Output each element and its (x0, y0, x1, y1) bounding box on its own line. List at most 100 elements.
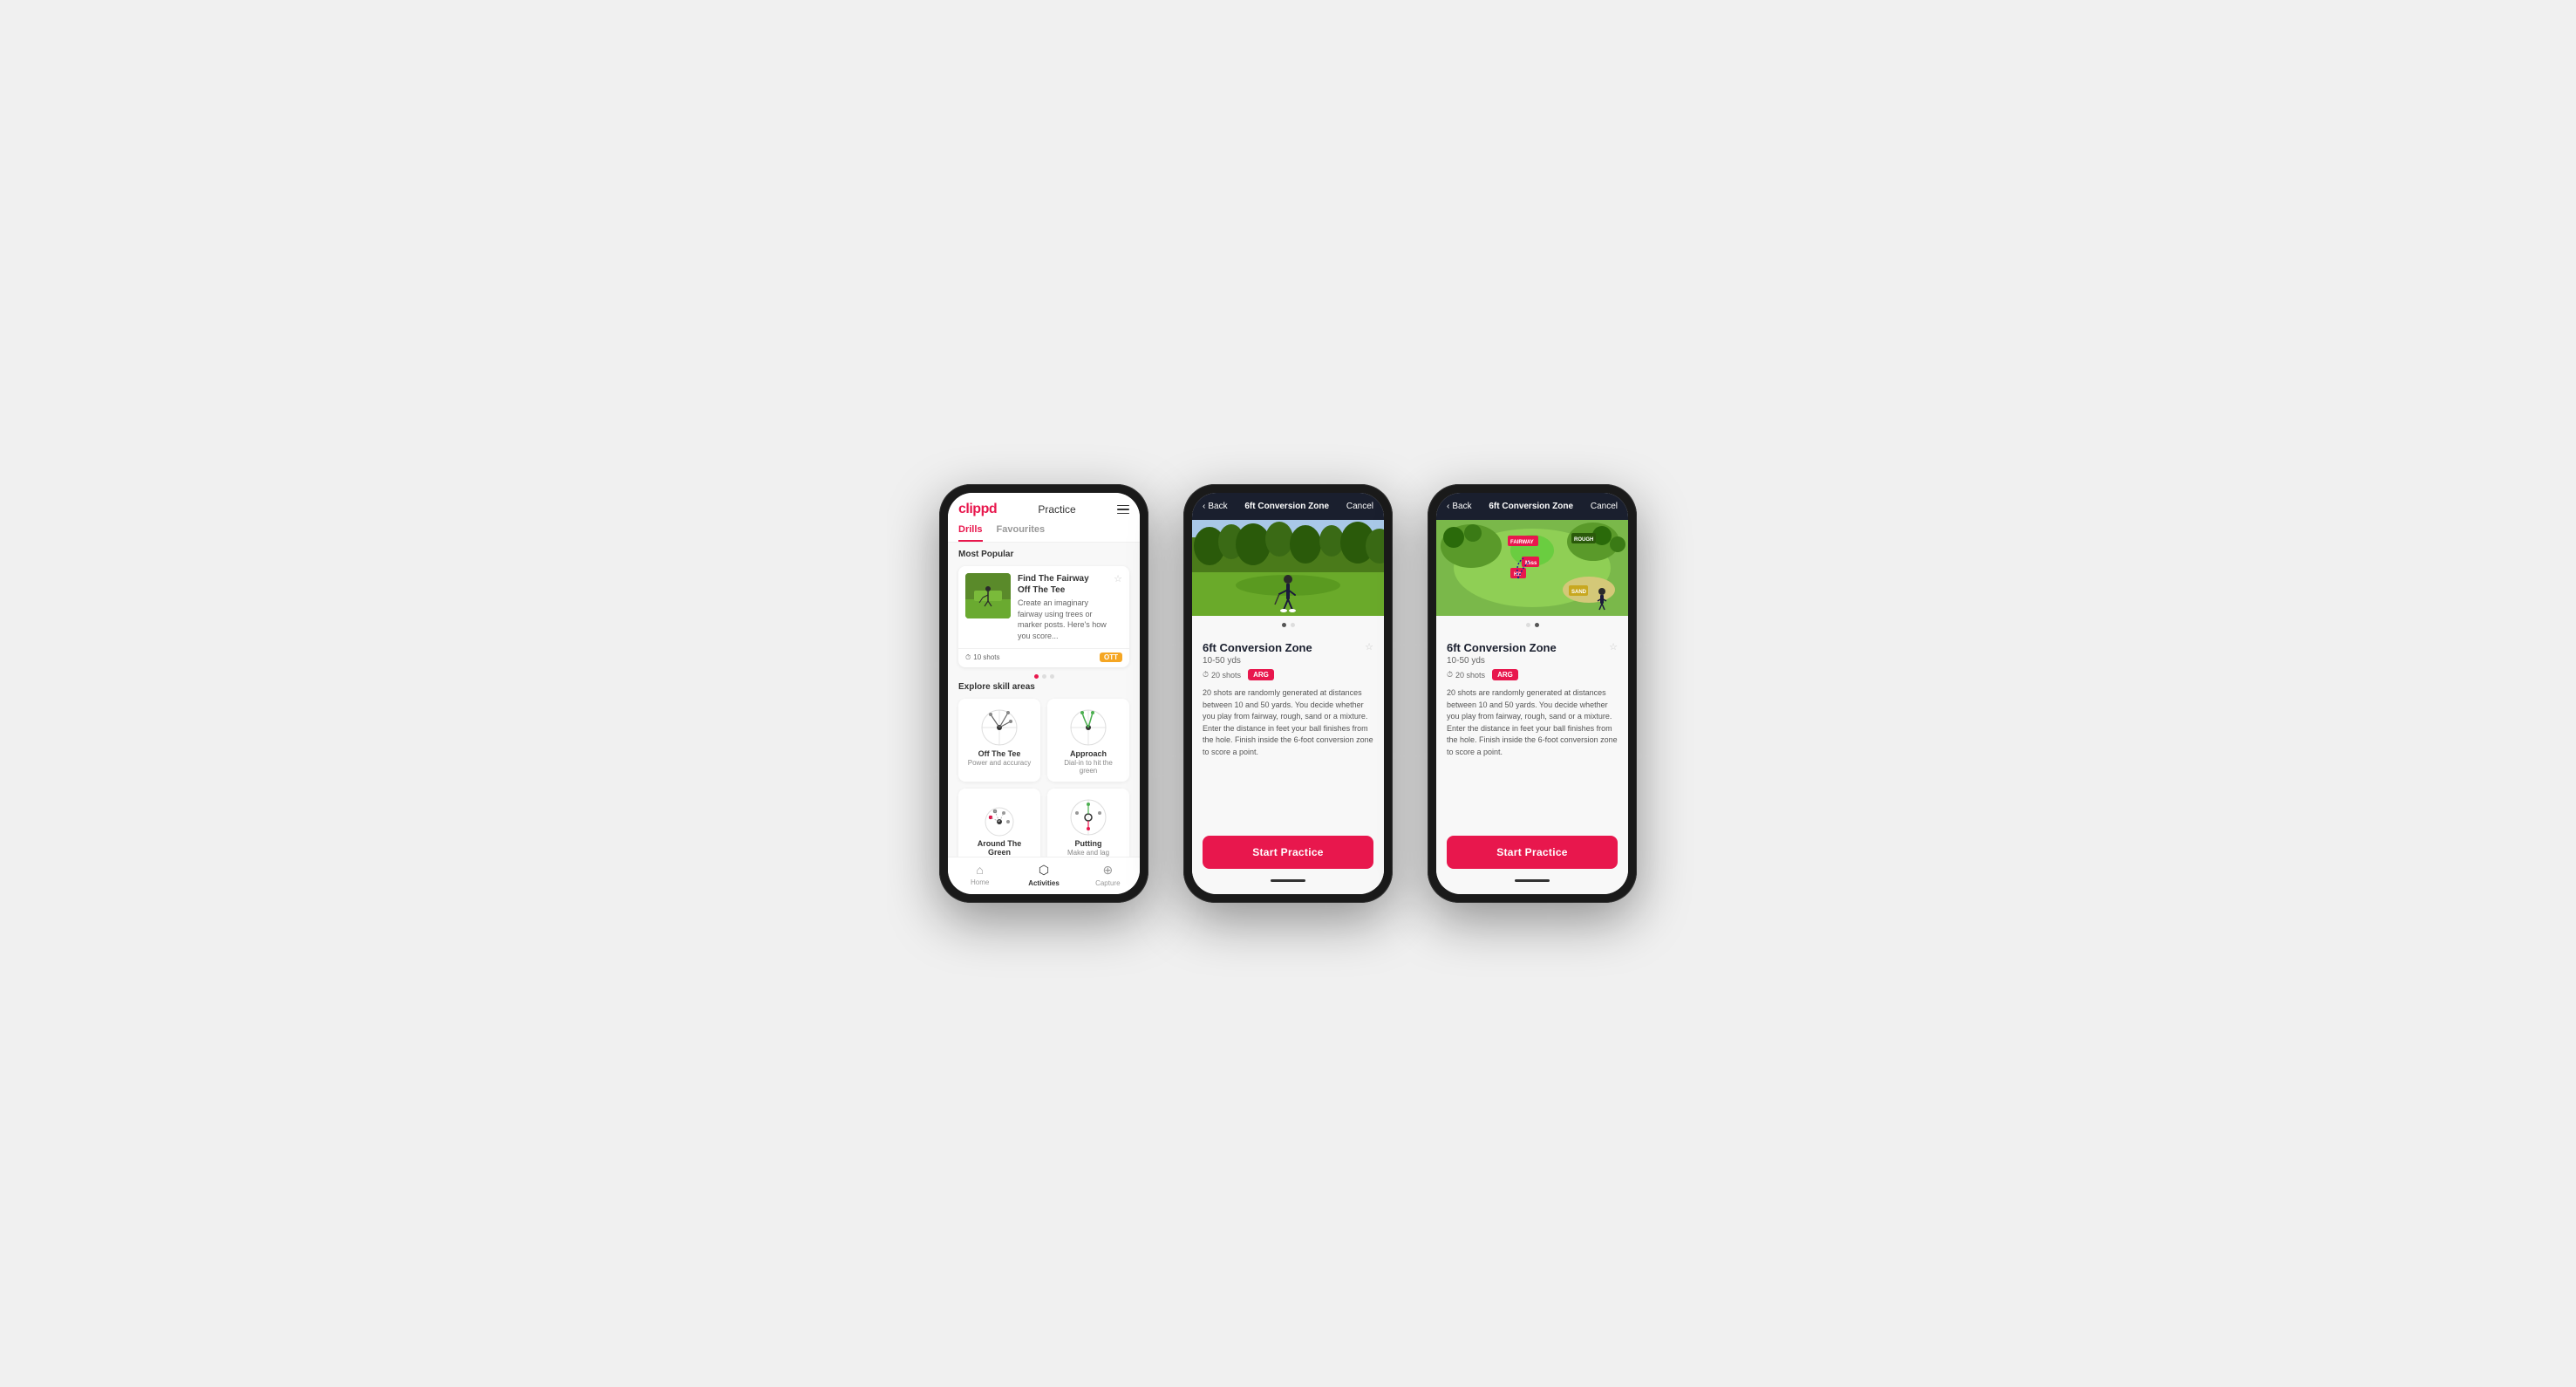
start-practice-button-2[interactable]: Start Practice (1203, 836, 1373, 869)
hamburger-menu-icon[interactable] (1117, 505, 1129, 515)
drill-name-wrapper-2: 6ft Conversion Zone 10-50 yds (1203, 641, 1312, 669)
clock-icon-2: ⏱ (1203, 670, 1209, 680)
nav-home[interactable]: ⌂ Home (948, 863, 1012, 887)
back-button-2[interactable]: ‹ Back (1203, 502, 1228, 511)
arg-badge-2: ARG (1248, 669, 1274, 680)
start-practice-button-3[interactable]: Start Practice (1447, 836, 1618, 869)
image-dot-2-2 (1291, 623, 1295, 627)
phone-3: ‹ Back 6ft Conversion Zone Cancel (1428, 484, 1637, 903)
dot-2 (1042, 674, 1046, 679)
detail-header-2: ‹ Back 6ft Conversion Zone Cancel (1192, 493, 1384, 520)
shots-count-2: 20 shots (1211, 671, 1241, 680)
drill-name-2: 6ft Conversion Zone (1203, 641, 1312, 654)
svg-text:SAND: SAND (1571, 590, 1587, 595)
home-indicator-2 (1271, 879, 1305, 882)
arg-badge-3: ARG (1492, 669, 1518, 680)
svg-text:Miss: Miss (1525, 561, 1537, 566)
image-dots-2 (1192, 623, 1384, 627)
nav-capture-label: Capture (1095, 879, 1120, 887)
putting-diagram (1067, 796, 1110, 839)
shots-count-3: 20 shots (1455, 671, 1485, 680)
detail-content-3: 6ft Conversion Zone 10-50 yds ☆ ⏱ 20 sho… (1436, 632, 1628, 829)
dot-1 (1034, 674, 1039, 679)
drill-range-2: 10-50 yds (1203, 656, 1312, 666)
skill-desc-off-tee: Power and accuracy (968, 759, 1031, 767)
skill-card-putting[interactable]: Putting Make and lag practice (1047, 789, 1129, 857)
carousel-dots (958, 674, 1129, 679)
practice-nav-label: Practice (1038, 503, 1075, 516)
phone1-topbar: clippd Practice (958, 502, 1129, 517)
nav-activities[interactable]: ⬡ Activities (1012, 863, 1075, 887)
card-info: Find The Fairway Off The Tee Create an i… (1018, 573, 1107, 641)
skills-grid: Off The Tee Power and accuracy (958, 699, 1129, 857)
skill-desc-approach: Dial-in to hit the green (1054, 759, 1122, 775)
back-chevron-icon-3: ‹ (1447, 502, 1449, 511)
skill-desc-putting: Make and lag practice (1054, 849, 1122, 857)
skill-card-approach[interactable]: Approach Dial-in to hit the green (1047, 699, 1129, 782)
clock-icon: ⏱ (965, 653, 971, 662)
phone-1: clippd Practice Drills Favourites (939, 484, 1148, 903)
card-footer: ⏱ 10 shots OTT (958, 648, 1129, 667)
cancel-button-2[interactable]: Cancel (1346, 502, 1373, 511)
tab-favourites[interactable]: Favourites (997, 524, 1046, 542)
image-dot-1-2 (1282, 623, 1286, 627)
image-dot-1-3 (1526, 623, 1530, 627)
detail-title-3: 6ft Conversion Zone (1489, 502, 1573, 511)
nav-home-label: Home (971, 878, 989, 886)
golf-thumb-svg (965, 573, 1011, 618)
golf-map-svg: FAIRWAY ROUGH Hit Miss SAND (1436, 520, 1628, 616)
drill-image-photo (1192, 520, 1384, 616)
drill-meta-2: ⏱ 20 shots ARG (1203, 669, 1373, 680)
drill-description-3: 20 shots are randomly generated at dista… (1447, 687, 1618, 758)
back-chevron-icon-2: ‹ (1203, 502, 1205, 511)
card-subtitle: Off The Tee (1018, 584, 1107, 596)
image-dots-3 (1436, 623, 1628, 627)
around-green-diagram (978, 796, 1021, 839)
card-title: Find The Fairway (1018, 573, 1107, 584)
drill-description-2: 20 shots are randomly generated at dista… (1203, 687, 1373, 758)
cancel-button-3[interactable]: Cancel (1591, 502, 1618, 511)
detail-title-2: 6ft Conversion Zone (1244, 502, 1329, 511)
skill-name-approach: Approach (1070, 749, 1107, 758)
phone-3-screen: ‹ Back 6ft Conversion Zone Cancel (1436, 493, 1628, 894)
favourite-star-icon[interactable]: ☆ (1114, 573, 1122, 584)
most-popular-title: Most Popular (958, 550, 1129, 559)
favourite-star-2[interactable]: ☆ (1365, 641, 1373, 653)
skill-name-putting: Putting (1075, 839, 1102, 848)
tab-drills[interactable]: Drills (958, 524, 983, 542)
shots-label: ⏱ 10 shots (965, 653, 1000, 662)
nav-capture[interactable]: ⊕ Capture (1076, 863, 1140, 887)
featured-drill-card[interactable]: Find The Fairway Off The Tee Create an i… (958, 566, 1129, 667)
drill-name-3: 6ft Conversion Zone (1447, 641, 1557, 654)
card-description: Create an imaginary fairway using trees … (1018, 598, 1107, 641)
skill-card-off-tee[interactable]: Off The Tee Power and accuracy (958, 699, 1040, 782)
dot-3 (1050, 674, 1054, 679)
drill-range-3: 10-50 yds (1447, 656, 1557, 666)
skill-card-around-green[interactable]: Around The Green Hone your short game (958, 789, 1040, 857)
back-label-3: Back (1452, 502, 1471, 511)
off-tee-diagram (978, 706, 1021, 749)
back-label-2: Back (1208, 502, 1227, 511)
bottom-nav: ⌂ Home ⬡ Activities ⊕ Capture (948, 857, 1140, 894)
home-indicator-3 (1515, 879, 1550, 882)
nav-activities-label: Activities (1028, 879, 1060, 887)
phone-1-screen: clippd Practice Drills Favourites (948, 493, 1140, 894)
capture-icon: ⊕ (1102, 863, 1113, 878)
favourite-star-3[interactable]: ☆ (1609, 641, 1618, 653)
drill-image-map: FAIRWAY ROUGH Hit Miss SAND (1436, 520, 1628, 616)
phones-container: clippd Practice Drills Favourites (939, 484, 1637, 903)
back-button-3[interactable]: ‹ Back (1447, 502, 1472, 511)
clippd-logo: clippd (958, 502, 997, 517)
home-icon: ⌂ (976, 863, 983, 877)
svg-text:FAIRWAY: FAIRWAY (1510, 540, 1534, 545)
phone1-header: clippd Practice Drills Favourites (948, 493, 1140, 543)
ott-badge: OTT (1100, 653, 1122, 662)
approach-diagram (1067, 706, 1110, 749)
clock-icon-3: ⏱ (1447, 670, 1453, 680)
tabs-row: Drills Favourites (958, 524, 1129, 542)
drill-name-wrapper-3: 6ft Conversion Zone 10-50 yds (1447, 641, 1557, 669)
phone1-content: Most Popular (948, 543, 1140, 857)
activities-icon: ⬡ (1039, 863, 1049, 878)
detail-content-2: 6ft Conversion Zone 10-50 yds ☆ ⏱ 20 sho… (1192, 632, 1384, 829)
card-thumb-image (965, 573, 1011, 618)
